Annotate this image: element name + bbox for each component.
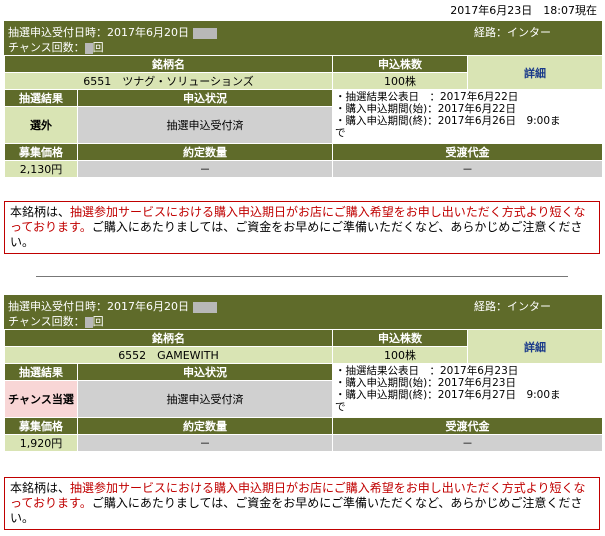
- detail-link[interactable]: 詳細: [468, 330, 602, 363]
- chance-count-label: チャンス回数：: [8, 315, 85, 328]
- notice-box-2: 本銘柄は、抽選参加サービスにおける購入申込期日がお店にご購入希望をお申し出いただ…: [4, 477, 600, 530]
- contract-qty-value: －: [78, 435, 332, 451]
- status-header: 申込状況: [78, 364, 332, 380]
- shares-header: 申込株数: [333, 56, 467, 72]
- schedule-dates: ・抽選結果公表日 ：2017年6月22日 ・購入申込期間(始)：2017年6月2…: [333, 90, 602, 143]
- entry-header: 抽選申込受付日時：2017年6月20日 チャンス回数： 回 経路：インター: [4, 295, 602, 329]
- date-line: ・抽選結果公表日 ：2017年6月22日: [335, 91, 519, 103]
- shares-header: 申込株数: [333, 330, 467, 346]
- entry-header: 抽選申込受付日時：2017年6月20日 チャンス回数： 回 経路：インター: [4, 21, 602, 55]
- schedule-dates: ・抽選結果公表日 ：2017年6月23日 ・購入申込期間(始)：2017年6月2…: [333, 364, 602, 417]
- date-line: ・購入申込期間(終)：2017年6月27日 9:00ま: [335, 389, 561, 401]
- notice-box-1: 本銘柄は、抽選参加サービスにおける購入申込期日がお店にご購入希望をお申し出いただ…: [4, 201, 600, 254]
- notice-text-3: ご購入にあたりましては、ご資金をお早めにご準備いただくなど、あらかじめご注意くだ…: [10, 496, 583, 525]
- settlement-value: －: [333, 435, 602, 451]
- entry-table: 銘柄名 申込株数 詳細 6552 GAMEWITH 100株 抽選結果 申込状況…: [4, 329, 603, 452]
- route-label: 経路：インター: [474, 300, 551, 313]
- masked-time: [192, 27, 217, 39]
- route-label: 経路：インター: [474, 26, 551, 39]
- chance-suffix: 回: [92, 41, 104, 54]
- price-header: 募集価格: [5, 418, 77, 434]
- date-line: ・購入申込期間(始)：2017年6月23日: [335, 377, 516, 389]
- lottery-entry-1: 抽選申込受付日時：2017年6月20日 チャンス回数： 回 経路：インター 銘柄名…: [4, 21, 602, 178]
- contract-qty-header: 約定数量: [78, 144, 332, 160]
- settlement-header: 受渡代金: [333, 418, 602, 434]
- brand-name-header: 銘柄名: [5, 330, 332, 346]
- result-value: 選外: [5, 107, 77, 143]
- contract-qty-header: 約定数量: [78, 418, 332, 434]
- brand-name-header: 銘柄名: [5, 56, 332, 72]
- status-value: 抽選申込受付済: [78, 107, 332, 143]
- masked-count: [84, 316, 93, 328]
- lottery-entry-2: 抽選申込受付日時：2017年6月20日 チャンス回数： 回 経路：インター 銘柄名…: [4, 295, 602, 452]
- entry-table: 銘柄名 申込株数 詳細 6551 ツナグ・ソリューションズ 100株 抽選結果 …: [4, 55, 603, 178]
- notice-text-1: 本銘柄は、: [10, 205, 71, 219]
- date-line: で: [335, 401, 346, 413]
- date-line: ・購入申込期間(始)：2017年6月22日: [335, 103, 516, 115]
- chance-count-label: チャンス回数：: [8, 41, 85, 54]
- shares-value: 100株: [333, 73, 467, 89]
- masked-time: [192, 301, 217, 313]
- settlement-header: 受渡代金: [333, 144, 602, 160]
- as-of-timestamp: 2017年6月23日 18:07現在: [450, 4, 597, 17]
- received-at-label: 抽選申込受付日時：2017年6月20日: [8, 26, 189, 39]
- price-value: 2,130円: [5, 161, 77, 177]
- brand-name-value: 6551 ツナグ・ソリューションズ: [5, 73, 332, 89]
- date-line: ・抽選結果公表日 ：2017年6月23日: [335, 365, 519, 377]
- date-line: ・購入申込期間(終)：2017年6月26日 9:00ま: [335, 115, 561, 127]
- received-at-label: 抽選申込受付日時：2017年6月20日: [8, 300, 189, 313]
- masked-count: [84, 42, 93, 54]
- settlement-value: －: [333, 161, 602, 177]
- result-value: チャンス当選: [5, 381, 77, 417]
- brand-name-value: 6552 GAMEWITH: [5, 347, 332, 363]
- status-value: 抽選申込受付済: [78, 381, 332, 417]
- date-line: で: [335, 127, 346, 139]
- status-header: 申込状況: [78, 90, 332, 106]
- price-value: 1,920円: [5, 435, 77, 451]
- result-header: 抽選結果: [5, 364, 77, 380]
- shares-value: 100株: [333, 347, 467, 363]
- detail-link[interactable]: 詳細: [468, 56, 602, 89]
- result-header: 抽選結果: [5, 90, 77, 106]
- contract-qty-value: －: [78, 161, 332, 177]
- price-header: 募集価格: [5, 144, 77, 160]
- section-divider: [36, 276, 568, 277]
- notice-text-3: ご購入にあたりましては、ご資金をお早めにご準備いただくなど、あらかじめご注意くだ…: [10, 220, 583, 249]
- notice-text-1: 本銘柄は、: [10, 481, 71, 495]
- chance-suffix: 回: [92, 315, 104, 328]
